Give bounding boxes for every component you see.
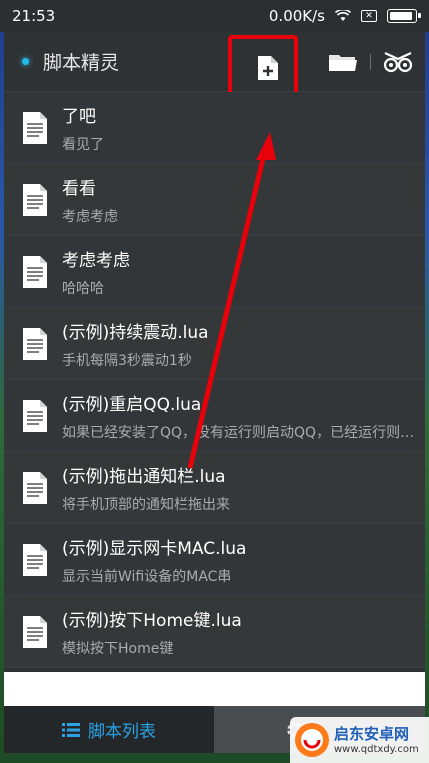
script-title: (示例)重启QQ.lua — [62, 394, 202, 415]
document-icon — [23, 543, 47, 576]
script-item-text: 看看 考虑考虑 — [62, 174, 425, 226]
list-empty-area — [4, 672, 425, 706]
watermark-name: 启东安卓网 — [334, 724, 410, 743]
script-list: 了吧 看见了 看看 考虑考虑 考虑考虑 哈哈哈 (示例)持续震动.lua 手机每… — [4, 92, 425, 668]
document-icon — [23, 471, 47, 504]
script-title: (示例)显示网卡MAC.lua — [62, 538, 247, 559]
script-item[interactable]: 考虑考虑 哈哈哈 — [4, 236, 425, 308]
script-item-text: (示例)拖出通知栏.lua 将手机顶部的通知栏拖出来 — [62, 462, 425, 514]
script-title: 看看 — [62, 178, 96, 199]
script-item[interactable]: 了吧 看见了 — [4, 92, 425, 164]
script-title: (示例)持续震动.lua — [62, 322, 209, 343]
script-item[interactable]: (示例)持续震动.lua 手机每隔3秒震动1秒 — [4, 308, 425, 380]
folder-icon — [329, 54, 357, 71]
highlight-box — [228, 35, 298, 99]
script-description: 考虑考虑 — [62, 208, 118, 225]
wifi-icon — [335, 10, 351, 21]
list-icon — [62, 722, 80, 737]
document-icon — [23, 615, 47, 648]
script-item[interactable]: (示例)重启QQ.lua 如果已经安装了QQ，没有运行则启动QQ，已经运行则重启… — [4, 380, 425, 452]
open-folder-button[interactable] — [316, 32, 370, 91]
app-bar: 脚本精灵 — [4, 32, 425, 92]
watermark-url: www.qdtxdy.com — [334, 743, 419, 755]
tab-script-list[interactable]: 脚本列表 — [4, 706, 214, 753]
script-description: 看见了 — [62, 136, 104, 153]
record-button[interactable] — [371, 32, 425, 91]
battery-fill — [390, 12, 412, 20]
battery-icon — [387, 9, 421, 23]
script-title: (示例)拖出通知栏.lua — [62, 466, 226, 487]
script-item[interactable]: (示例)显示网卡MAC.lua 显示当前Wifi设备的MAC串 — [4, 524, 425, 596]
watermark-text: 启东安卓网 www.qdtxdy.com — [334, 725, 419, 756]
recorder-icon — [383, 51, 413, 72]
script-item-text: (示例)持续震动.lua 手机每隔3秒震动1秒 — [62, 318, 425, 370]
network-speed: 0.00K/s — [268, 7, 325, 25]
script-description: 哈哈哈 — [62, 280, 104, 297]
document-icon — [23, 327, 47, 360]
script-item[interactable]: (示例)拖出通知栏.lua 将手机顶部的通知栏拖出来 — [4, 452, 425, 524]
watermark-logo-icon — [295, 723, 329, 757]
script-description: 将手机顶部的通知栏拖出来 — [62, 496, 230, 513]
script-item[interactable]: 看看 考虑考虑 — [4, 164, 425, 236]
status-time: 21:53 — [12, 7, 56, 25]
app-title: 脚本精灵 — [43, 52, 120, 74]
app-bar-actions — [316, 32, 425, 91]
status-bar: 21:53 0.00K/s ✕ — [0, 0, 429, 32]
sim-icon: ✕ — [361, 10, 377, 22]
script-description: 模拟按下Home键 — [62, 640, 174, 657]
app-window: 脚本精灵 了吧 看见了 看看 考虑考虑 考虑考虑 哈哈哈 (示例)持续震动.lu… — [4, 32, 425, 753]
script-title: (示例)按下Home键.lua — [62, 610, 242, 631]
document-icon — [23, 183, 47, 216]
script-item-text: 了吧 看见了 — [62, 102, 425, 154]
script-item-text: (示例)按下Home键.lua 模拟按下Home键 — [62, 606, 425, 658]
service-status-dot — [22, 58, 29, 65]
tab-script-list-label: 脚本列表 — [88, 722, 156, 742]
script-description: 显示当前Wifi设备的MAC串 — [62, 568, 232, 585]
document-icon — [23, 111, 47, 144]
script-item-text: 考虑考虑 哈哈哈 — [62, 246, 425, 298]
document-icon — [23, 255, 47, 288]
script-item-text: (示例)显示网卡MAC.lua 显示当前Wifi设备的MAC串 — [62, 534, 425, 586]
script-title: 考虑考虑 — [62, 250, 130, 271]
script-description: 手机每隔3秒震动1秒 — [62, 352, 192, 369]
script-item-text: (示例)重启QQ.lua 如果已经安装了QQ，没有运行则启动QQ，已经运行则重启… — [62, 390, 425, 442]
document-icon — [23, 399, 47, 432]
status-indicators: 0.00K/s ✕ — [268, 7, 421, 25]
script-title: 了吧 — [62, 106, 96, 127]
script-description: 如果已经安装了QQ，没有运行则启动QQ，已经运行则重启QQ — [62, 424, 415, 441]
script-item[interactable]: (示例)按下Home键.lua 模拟按下Home键 — [4, 596, 425, 668]
watermark: 启东安卓网 www.qdtxdy.com — [290, 717, 429, 763]
